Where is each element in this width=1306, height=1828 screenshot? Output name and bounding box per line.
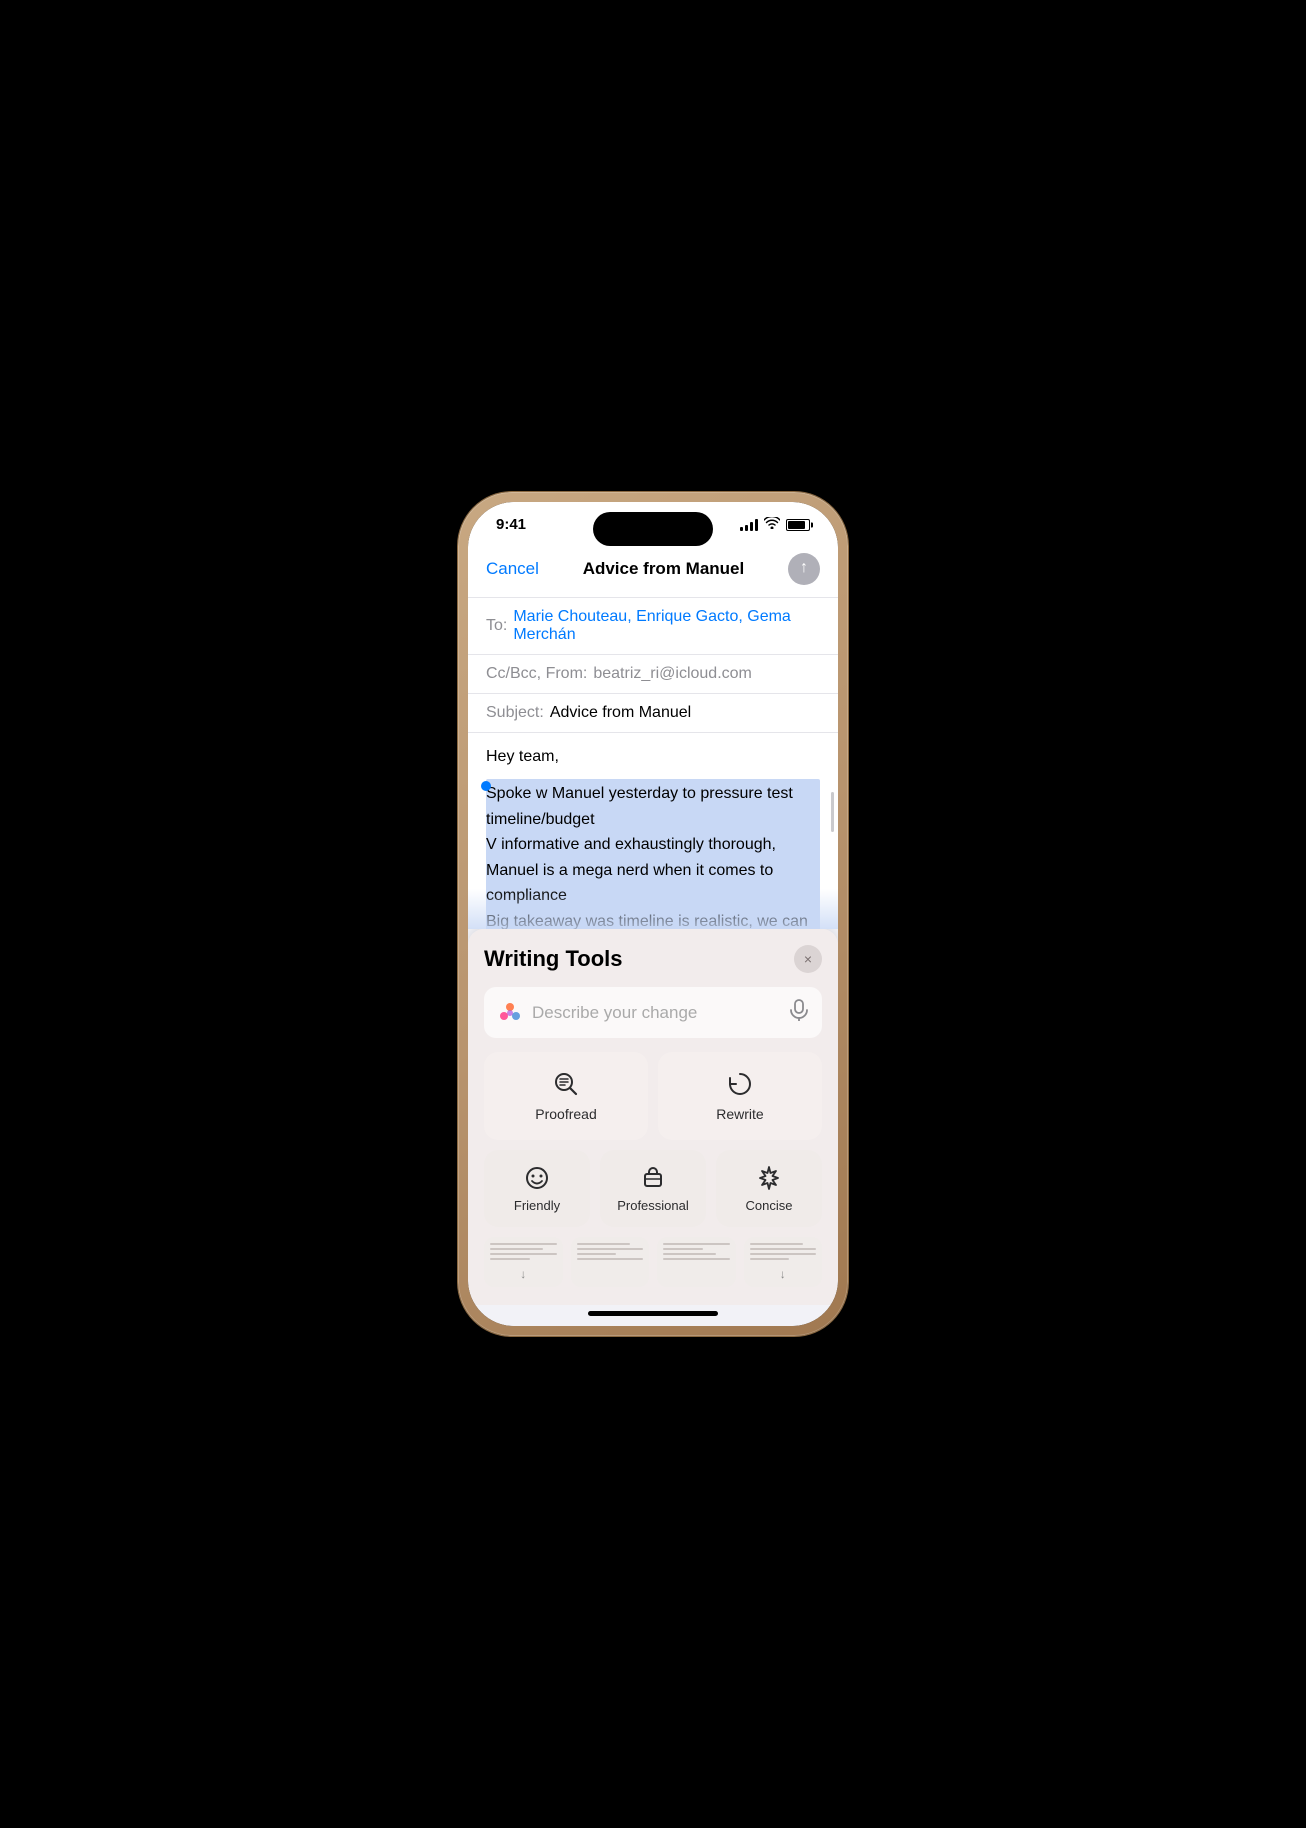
selection-handle-start — [481, 781, 491, 791]
thumbnail-4[interactable]: ↓ — [744, 1237, 823, 1287]
send-button[interactable]: ↑ — [788, 553, 820, 585]
close-icon: × — [804, 951, 812, 967]
email-greeting: Hey team, — [486, 745, 820, 769]
subject-field-row[interactable]: Subject: Advice from Manuel — [468, 694, 838, 733]
subject-label: Subject: — [486, 704, 544, 722]
status-icons — [740, 517, 810, 532]
battery-icon — [786, 519, 810, 531]
home-bar — [588, 1311, 718, 1316]
phone-frame: 9:41 — [458, 492, 848, 1336]
tone-tools-row: Friendly Professional — [484, 1150, 822, 1227]
to-label: To: — [486, 617, 507, 635]
describe-change-placeholder: Describe your change — [532, 1003, 780, 1023]
signal-icon — [740, 519, 758, 531]
to-field-row[interactable]: To: Marie Chouteau, Enrique Gacto, Gema … — [468, 598, 838, 655]
writing-tools-close-button[interactable]: × — [794, 945, 822, 973]
scroll-indicator — [831, 792, 834, 832]
rewrite-button[interactable]: Rewrite — [658, 1052, 822, 1140]
describe-change-field[interactable]: Describe your change — [484, 987, 822, 1038]
thumbnail-1[interactable]: ↓ — [484, 1237, 563, 1287]
email-body[interactable]: Hey team, Spoke w Manuel yesterday to pr… — [468, 733, 838, 929]
body-fade — [468, 889, 838, 929]
phone-inner: 9:41 — [468, 502, 838, 1326]
subject-value: Advice from Manuel — [550, 704, 691, 722]
friendly-icon — [523, 1164, 551, 1192]
compose-title: Advice from Manuel — [583, 559, 745, 579]
professional-icon — [639, 1164, 667, 1192]
thumbnails-row: ↓ — [484, 1237, 822, 1287]
cc-bcc-field-row[interactable]: Cc/Bcc, From: beatriz_ri@icloud.com — [468, 655, 838, 694]
thumbnail-3[interactable] — [657, 1237, 736, 1287]
cancel-button[interactable]: Cancel — [486, 559, 539, 579]
writing-tools-panel: Writing Tools × Describe your change — [468, 929, 838, 1305]
rewrite-label: Rewrite — [716, 1106, 763, 1122]
wifi-icon — [764, 517, 780, 532]
concise-button[interactable]: Concise — [716, 1150, 822, 1227]
thumbnail-2[interactable] — [571, 1237, 650, 1287]
main-tools-row: Proofread Rewrite — [484, 1052, 822, 1140]
screen: 9:41 — [468, 502, 838, 1326]
writing-tools-header: Writing Tools × — [484, 945, 822, 973]
thumb-arrow-4: ↓ — [780, 1267, 786, 1281]
cc-bcc-label: Cc/Bcc, From: — [486, 665, 587, 683]
status-time: 9:41 — [496, 516, 526, 533]
apple-intelligence-icon — [498, 1001, 522, 1025]
home-indicator — [468, 1305, 838, 1326]
cc-bcc-value: beatriz_ri@icloud.com — [593, 665, 752, 683]
concise-label: Concise — [746, 1198, 793, 1213]
proofread-label: Proofread — [535, 1106, 596, 1122]
writing-tools-title: Writing Tools — [484, 946, 623, 972]
mail-compose: Cancel Advice from Manuel ↑ To: Marie Ch… — [468, 541, 838, 929]
dynamic-island — [593, 512, 713, 546]
friendly-label: Friendly — [514, 1198, 560, 1213]
professional-label: Professional — [617, 1198, 689, 1213]
to-recipients: Marie Chouteau, Enrique Gacto, Gema Merc… — [513, 608, 820, 644]
concise-icon — [755, 1164, 783, 1192]
proofread-button[interactable]: Proofread — [484, 1052, 648, 1140]
proofread-icon — [552, 1070, 580, 1098]
mic-icon[interactable] — [790, 999, 808, 1026]
professional-button[interactable]: Professional — [600, 1150, 706, 1227]
friendly-button[interactable]: Friendly — [484, 1150, 590, 1227]
nav-bar: Cancel Advice from Manuel ↑ — [468, 541, 838, 598]
thumb-arrow-1: ↓ — [520, 1267, 526, 1281]
send-arrow-icon: ↑ — [800, 559, 808, 577]
rewrite-icon — [726, 1070, 754, 1098]
